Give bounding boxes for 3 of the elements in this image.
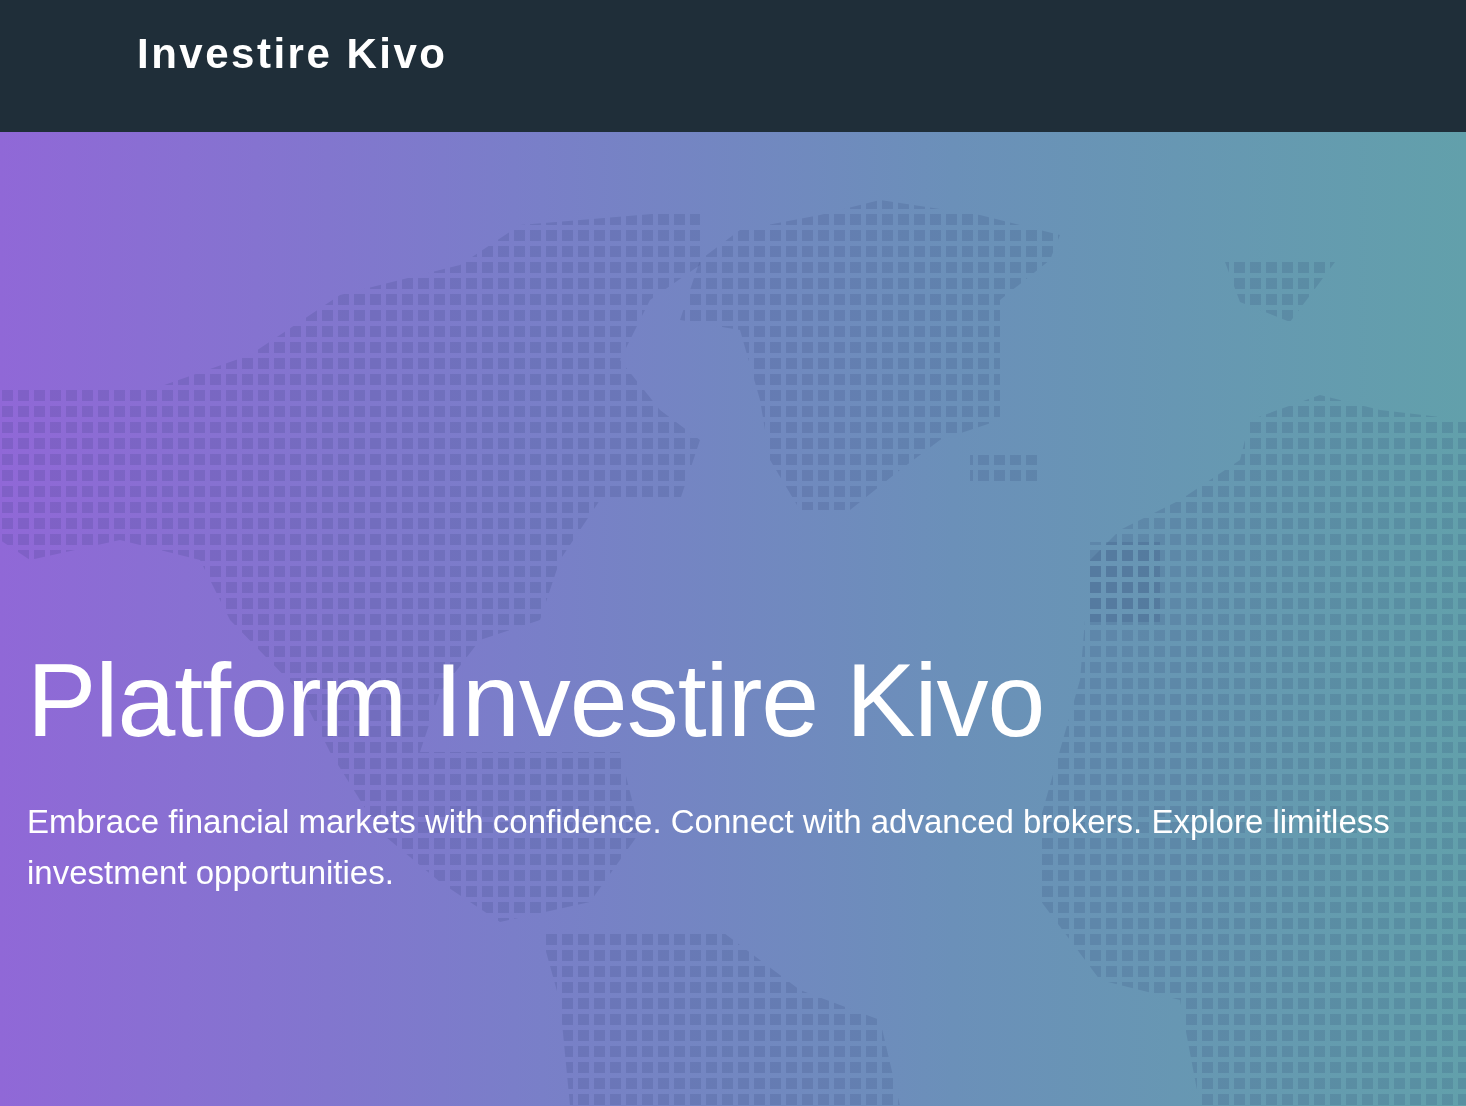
hero-description: Embrace financial markets with confidence. Connect with advanced brokers. Explore limitless investment opportunities. <box>27 802 1391 893</box>
hero-title: Platform Investire Kivo <box>27 641 1045 760</box>
brand-logo[interactable]: Investire Kivo <box>137 33 448 75</box>
